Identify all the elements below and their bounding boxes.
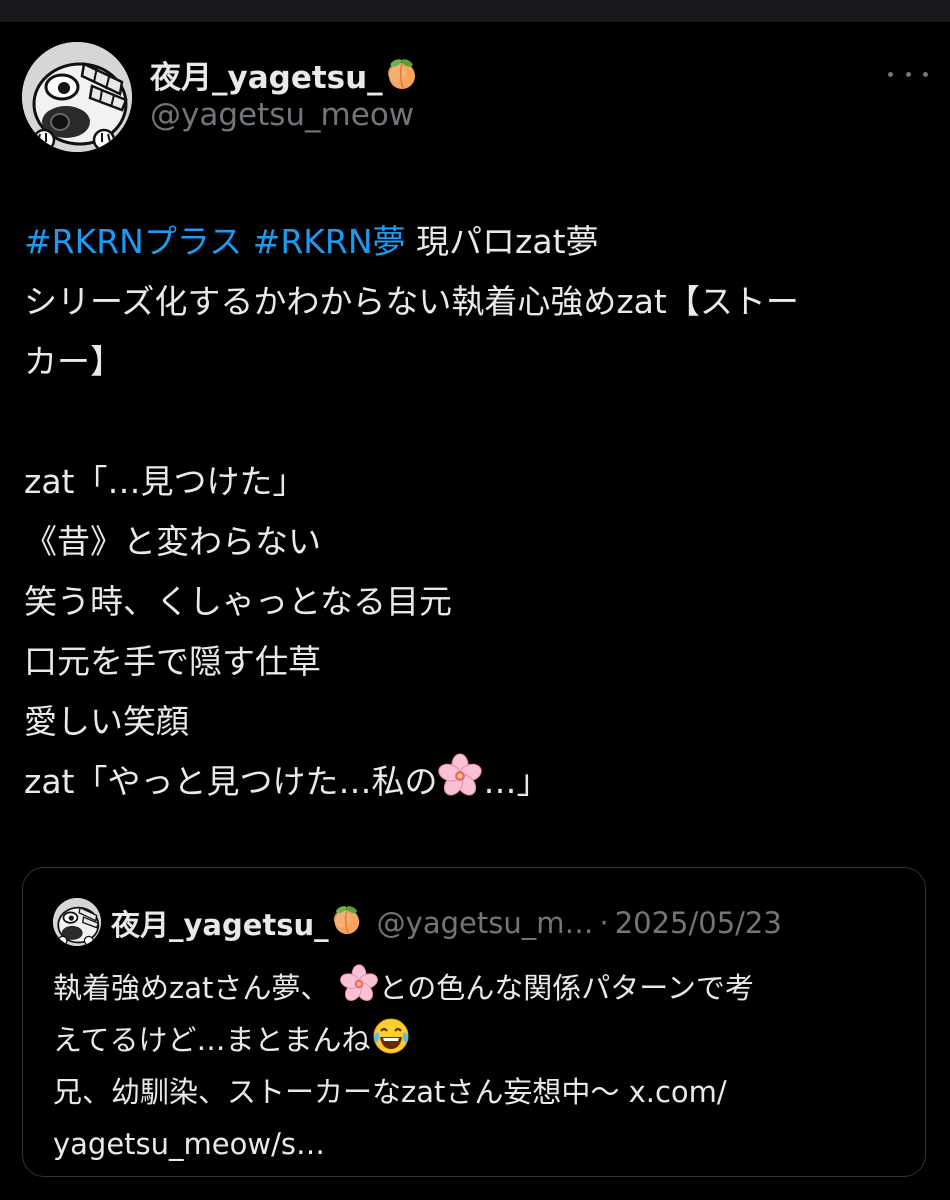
quote-line: 執着強めzatさん夢、 との色んな関係パターンで考 <box>53 962 903 1014</box>
tweet-line: 《昔》と変わらない <box>24 522 321 561</box>
tweet-line: zat「やっと見つけた…私の …」 <box>24 752 924 812</box>
tweet-line: シリーズ化するかわからない執着心強めzat【ストー <box>24 282 799 321</box>
more-dot <box>888 71 893 77</box>
tweet-text-segment: zat「やっと見つけた…私の <box>24 762 438 801</box>
tweet-line: #RKRNプラス #RKRN夢 現パロzat夢 <box>24 212 924 272</box>
hashtag-link[interactable]: #RKRNプラス <box>24 222 242 261</box>
quote-line: yagetsu_meow/s… <box>53 1118 903 1170</box>
author-handle[interactable]: @yagetsu_meow <box>150 97 414 133</box>
more-options-icon[interactable] <box>888 62 928 86</box>
tweet-text-segment: …」 <box>483 762 550 801</box>
peach-icon <box>331 904 363 943</box>
quoted-author-handle[interactable]: @yagetsu_m… <box>377 906 594 940</box>
cherry-blossom-icon <box>339 964 379 1020</box>
quoted-tweet-date[interactable]: 2025/05/23 <box>615 906 782 940</box>
header-separator: · <box>599 906 609 940</box>
tweet-body: #RKRNプラス #RKRN夢 現パロzat夢 シリーズ化するかわからない執着心… <box>24 212 924 812</box>
more-dot <box>905 71 911 77</box>
quoted-tweet-card[interactable]: 夜月_yagetsu_ @yagetsu_m… · 2025/05/23 執着強… <box>22 867 926 1177</box>
quote-link-text[interactable]: yagetsu_meow/s… <box>53 1127 325 1161</box>
quoted-author-name[interactable]: 夜月_yagetsu_ <box>111 902 329 944</box>
more-dot <box>923 71 928 77</box>
top-status-strip <box>0 0 950 22</box>
quote-line: 兄、幼馴染、ストーカーなzatさん妄想中〜 x.com/ <box>53 1066 903 1118</box>
hashtag-link[interactable]: #RKRN夢 <box>253 222 406 261</box>
tweet: 夜月_yagetsu_ @yagetsu_meow #RKRNプラス #RKRN… <box>0 22 950 1200</box>
author-avatar[interactable] <box>22 42 132 152</box>
tweet-line: 愛しい笑顔 <box>24 702 189 741</box>
tweet-line: 口元を手で隠す仕草 <box>24 642 321 681</box>
cherry-blossom-icon <box>437 753 483 818</box>
tweet-line: 笑う時、くしゃっとなる目元 <box>24 582 453 621</box>
quote-text-segment: 執着強めzatさん夢、 <box>53 971 330 1005</box>
quote-text-segment: との色んな関係パターンで考 <box>378 971 754 1005</box>
tweet-line: zat「…見つけた」 <box>24 462 306 501</box>
tweet-line: カー】 <box>24 342 123 381</box>
quote-text-segment: 兄、幼馴染、ストーカーなzatさん妄想中〜 x.com/ <box>53 1075 727 1109</box>
quoted-tweet-header: 夜月_yagetsu_ @yagetsu_m… · 2025/05/23 <box>111 902 782 944</box>
quote-text-segment: えてるけど…まとまんね <box>53 1023 371 1057</box>
laughing-tears-icon <box>371 1016 411 1072</box>
tweet-text-segment: 現パロzat夢 <box>405 222 599 261</box>
author-name-text: 夜月_yagetsu_ <box>150 60 383 96</box>
peach-icon <box>385 57 419 99</box>
author-display-name[interactable]: 夜月_yagetsu_ <box>150 52 419 99</box>
quoted-author-avatar[interactable] <box>53 898 101 946</box>
quoted-tweet-body: 執着強めzatさん夢、 との色んな関係パターンで考 えてるけど…まとまんね 兄、… <box>53 962 903 1170</box>
quote-line: えてるけど…まとまんね <box>53 1014 903 1066</box>
